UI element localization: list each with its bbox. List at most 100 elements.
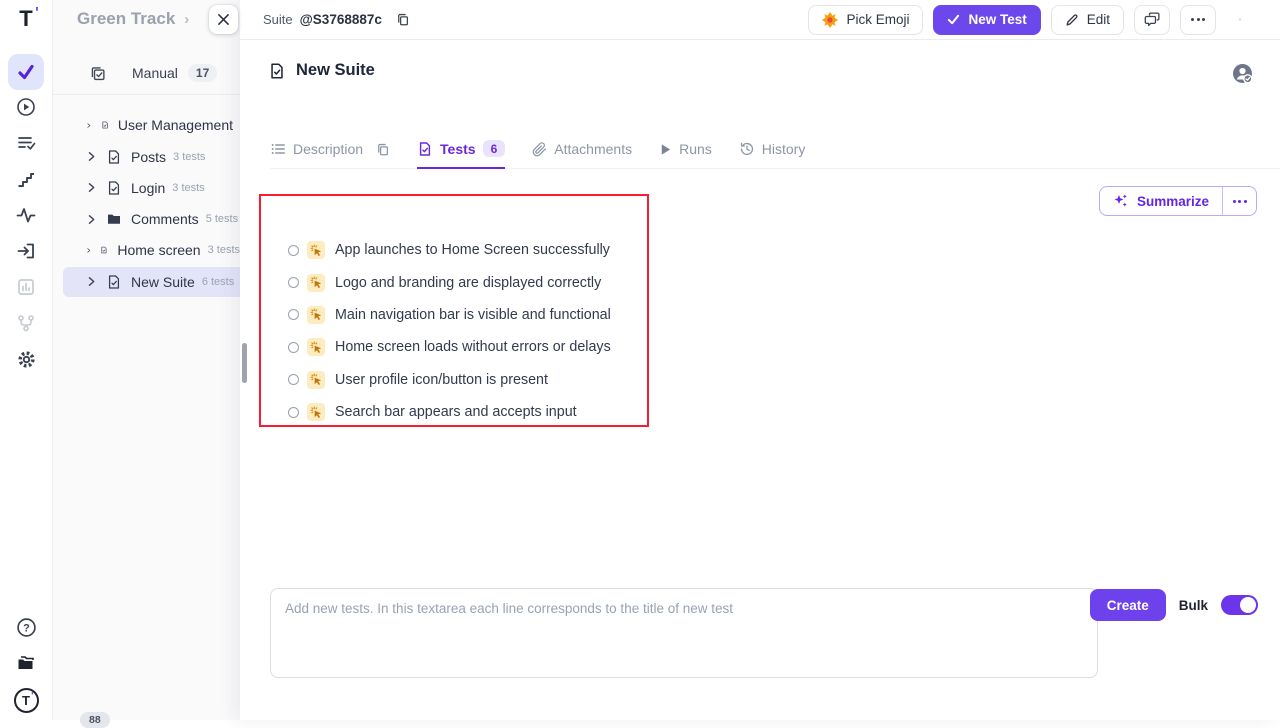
create-button[interactable]: Create bbox=[1090, 589, 1166, 621]
test-select-circle[interactable] bbox=[288, 277, 299, 288]
file-check-icon bbox=[417, 141, 433, 157]
test-row[interactable]: App launches to Home Screen successfully bbox=[261, 234, 647, 266]
page-title: New Suite bbox=[296, 61, 375, 80]
pick-emoji-button[interactable]: Pick Emoji bbox=[808, 5, 923, 35]
sign-in-icon bbox=[16, 241, 36, 261]
suites-tree-panel: Green Track › Manual 17 Automated User M… bbox=[53, 0, 240, 720]
test-select-circle[interactable] bbox=[288, 245, 299, 256]
comments-button[interactable] bbox=[1134, 5, 1170, 35]
tests-count-badge: 6 bbox=[483, 140, 506, 157]
cursor-click-emoji-icon bbox=[307, 274, 325, 292]
rail-item-projects[interactable] bbox=[0, 653, 52, 673]
close-icon bbox=[217, 13, 230, 26]
sparkles-ai-icon bbox=[1113, 193, 1129, 209]
history-clock-icon bbox=[739, 141, 755, 157]
gear-icon bbox=[16, 349, 37, 370]
cursor-click-emoji-icon bbox=[307, 371, 325, 389]
chevron-right-icon[interactable] bbox=[86, 120, 92, 131]
tree-item-home-screen[interactable]: Home screen 3 tests bbox=[63, 235, 240, 265]
folders-icon bbox=[16, 653, 36, 673]
rail-item-branches[interactable] bbox=[0, 313, 52, 333]
three-dots-icon bbox=[1191, 18, 1205, 21]
boom-emoji-icon bbox=[822, 12, 838, 28]
cursor-click-emoji-icon bbox=[307, 306, 325, 324]
copy-check-icon[interactable] bbox=[89, 65, 106, 82]
test-select-circle[interactable] bbox=[288, 342, 299, 353]
test-row[interactable]: Search bar appears and accepts input bbox=[261, 396, 647, 428]
chevron-right-icon[interactable] bbox=[86, 214, 97, 225]
rail-item-runs[interactable] bbox=[0, 97, 52, 117]
file-check-icon bbox=[100, 242, 108, 258]
pulse-icon bbox=[16, 205, 36, 225]
rail-item-reports[interactable] bbox=[0, 277, 52, 297]
close-detail-button[interactable] bbox=[1226, 5, 1254, 35]
description-list-icon bbox=[270, 141, 286, 157]
copy-description-icon[interactable] bbox=[375, 142, 390, 157]
help-icon: ? bbox=[16, 617, 37, 638]
file-check-icon bbox=[106, 274, 122, 290]
rail-item-help[interactable]: ? bbox=[0, 617, 52, 638]
app-rail: T' ? T' bbox=[0, 0, 53, 720]
tree-item-user-management[interactable]: User Management bbox=[63, 110, 240, 140]
test-row[interactable]: Home screen loads without errors or dela… bbox=[261, 331, 647, 363]
tree-item-new-suite[interactable]: New Suite 6 tests bbox=[63, 267, 240, 297]
list-check-icon bbox=[16, 133, 36, 153]
chevron-right-icon[interactable] bbox=[86, 151, 97, 162]
topbar-actions: Pick Emoji New Test Edit bbox=[808, 5, 1254, 35]
steps-icon bbox=[16, 169, 36, 189]
file-check-icon bbox=[106, 149, 122, 165]
tab-attachments[interactable]: Attachments bbox=[532, 140, 632, 168]
edit-button[interactable]: Edit bbox=[1051, 5, 1124, 35]
summarize-more-button[interactable] bbox=[1222, 187, 1256, 215]
new-test-button[interactable]: New Test bbox=[933, 5, 1040, 35]
detail-topbar: Suite @S3768887c Pick Emoji New Test Edi… bbox=[240, 0, 1280, 40]
test-select-circle[interactable] bbox=[288, 407, 299, 418]
test-row[interactable]: Main navigation bar is visible and funct… bbox=[261, 299, 647, 331]
suite-header: New Suite bbox=[268, 61, 375, 80]
chevron-right-icon[interactable] bbox=[86, 182, 97, 193]
rail-item-analytics[interactable] bbox=[0, 205, 52, 225]
rail-item-settings[interactable] bbox=[0, 349, 52, 370]
test-select-circle[interactable] bbox=[288, 374, 299, 385]
overlay-count-badge: 88 bbox=[80, 712, 110, 728]
more-actions-button[interactable] bbox=[1180, 5, 1216, 35]
tree-item-login[interactable]: Login 3 tests bbox=[63, 173, 240, 203]
copy-id-icon[interactable] bbox=[395, 12, 410, 27]
cursor-click-emoji-icon bbox=[307, 338, 325, 356]
folder-icon bbox=[106, 211, 122, 227]
tree-scrollbar-thumb[interactable] bbox=[242, 343, 247, 383]
tab-tests[interactable]: Tests 6 bbox=[417, 140, 505, 169]
breadcrumb[interactable]: Green Track › bbox=[77, 9, 189, 29]
tree-item-comments[interactable]: Comments 5 tests bbox=[63, 204, 240, 234]
summarize-split-button: Summarize bbox=[1099, 186, 1257, 216]
rail-item-tests[interactable] bbox=[0, 54, 52, 90]
testomatio-logo-icon: T' bbox=[19, 6, 32, 32]
test-row[interactable]: Logo and branding are displayed correctl… bbox=[261, 266, 647, 298]
assignee-avatar[interactable] bbox=[1231, 62, 1255, 86]
summarize-button[interactable]: Summarize bbox=[1100, 187, 1222, 215]
app-logo[interactable]: T' bbox=[0, 6, 52, 32]
manual-count-badge: 17 bbox=[188, 64, 217, 82]
bulk-toggle[interactable] bbox=[1221, 595, 1258, 615]
tab-manual[interactable]: Manual bbox=[132, 65, 178, 81]
chat-bubbles-icon bbox=[1144, 11, 1161, 28]
test-select-circle[interactable] bbox=[288, 309, 299, 320]
file-check-icon bbox=[101, 117, 109, 133]
panel-close-button[interactable] bbox=[209, 5, 238, 34]
tab-runs[interactable]: Runs bbox=[659, 140, 712, 168]
file-check-icon bbox=[106, 180, 122, 196]
chevron-right-icon[interactable] bbox=[86, 245, 91, 256]
tab-description[interactable]: Description bbox=[270, 140, 390, 168]
tree-item-posts[interactable]: Posts 3 tests bbox=[63, 142, 240, 172]
tab-history[interactable]: History bbox=[739, 140, 806, 168]
rail-item-pulls[interactable] bbox=[0, 241, 52, 261]
test-row[interactable]: User profile icon/button is present bbox=[261, 364, 647, 396]
play-circle-icon bbox=[16, 97, 36, 117]
rail-item-test-plans[interactable] bbox=[0, 133, 52, 153]
svg-text:?: ? bbox=[23, 623, 30, 635]
rail-item-steps[interactable] bbox=[0, 169, 52, 189]
chevron-right-icon[interactable] bbox=[86, 276, 97, 287]
testomatio-badge-icon: T' bbox=[14, 688, 39, 713]
new-tests-textarea[interactable] bbox=[270, 588, 1098, 678]
rail-item-account[interactable]: T' bbox=[0, 688, 52, 713]
